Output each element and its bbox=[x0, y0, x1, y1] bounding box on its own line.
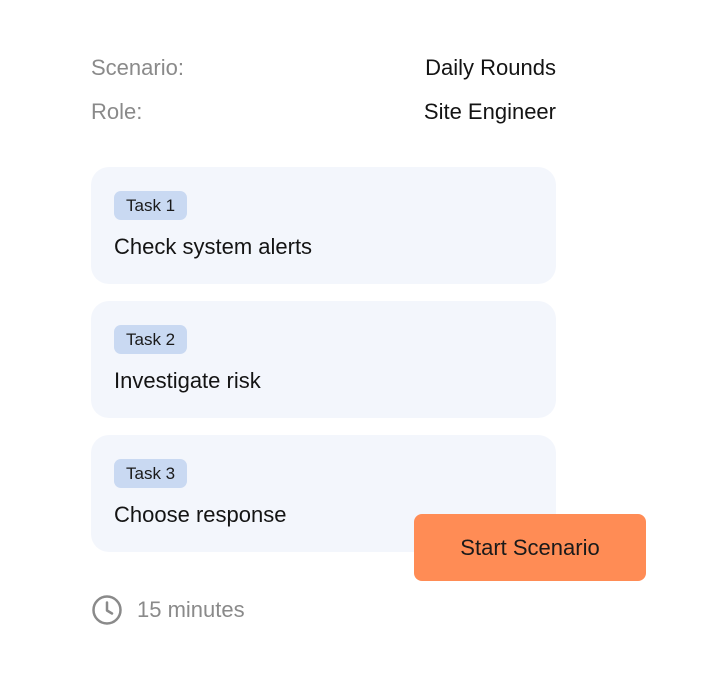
task-badge: Task 2 bbox=[114, 325, 188, 354]
scenario-value: Daily Rounds bbox=[425, 55, 556, 80]
scenario-row: Scenario: Daily Rounds bbox=[91, 54, 556, 82]
scenario-intro-panel: Scenario: Daily Rounds Role: Site Engine… bbox=[0, 0, 704, 680]
clock-icon bbox=[91, 594, 123, 626]
task-title: Choose response bbox=[114, 502, 287, 527]
role-row: Role: Site Engineer bbox=[91, 98, 556, 126]
start-scenario-button[interactable]: Start Scenario bbox=[414, 514, 646, 581]
duration-info: 15 minutes bbox=[91, 594, 245, 626]
task-title: Investigate risk bbox=[114, 368, 261, 393]
task-badge: Task 3 bbox=[114, 459, 188, 488]
task-card: Task 1 Check system alerts bbox=[91, 167, 556, 284]
duration-text: 15 minutes bbox=[137, 597, 245, 622]
scenario-label: Scenario: bbox=[91, 55, 184, 80]
role-label: Role: bbox=[91, 99, 143, 124]
task-badge: Task 1 bbox=[114, 191, 188, 220]
role-value: Site Engineer bbox=[423, 99, 556, 124]
task-card: Task 2 Investigate risk bbox=[91, 301, 556, 418]
task-title: Check system alerts bbox=[114, 234, 313, 259]
